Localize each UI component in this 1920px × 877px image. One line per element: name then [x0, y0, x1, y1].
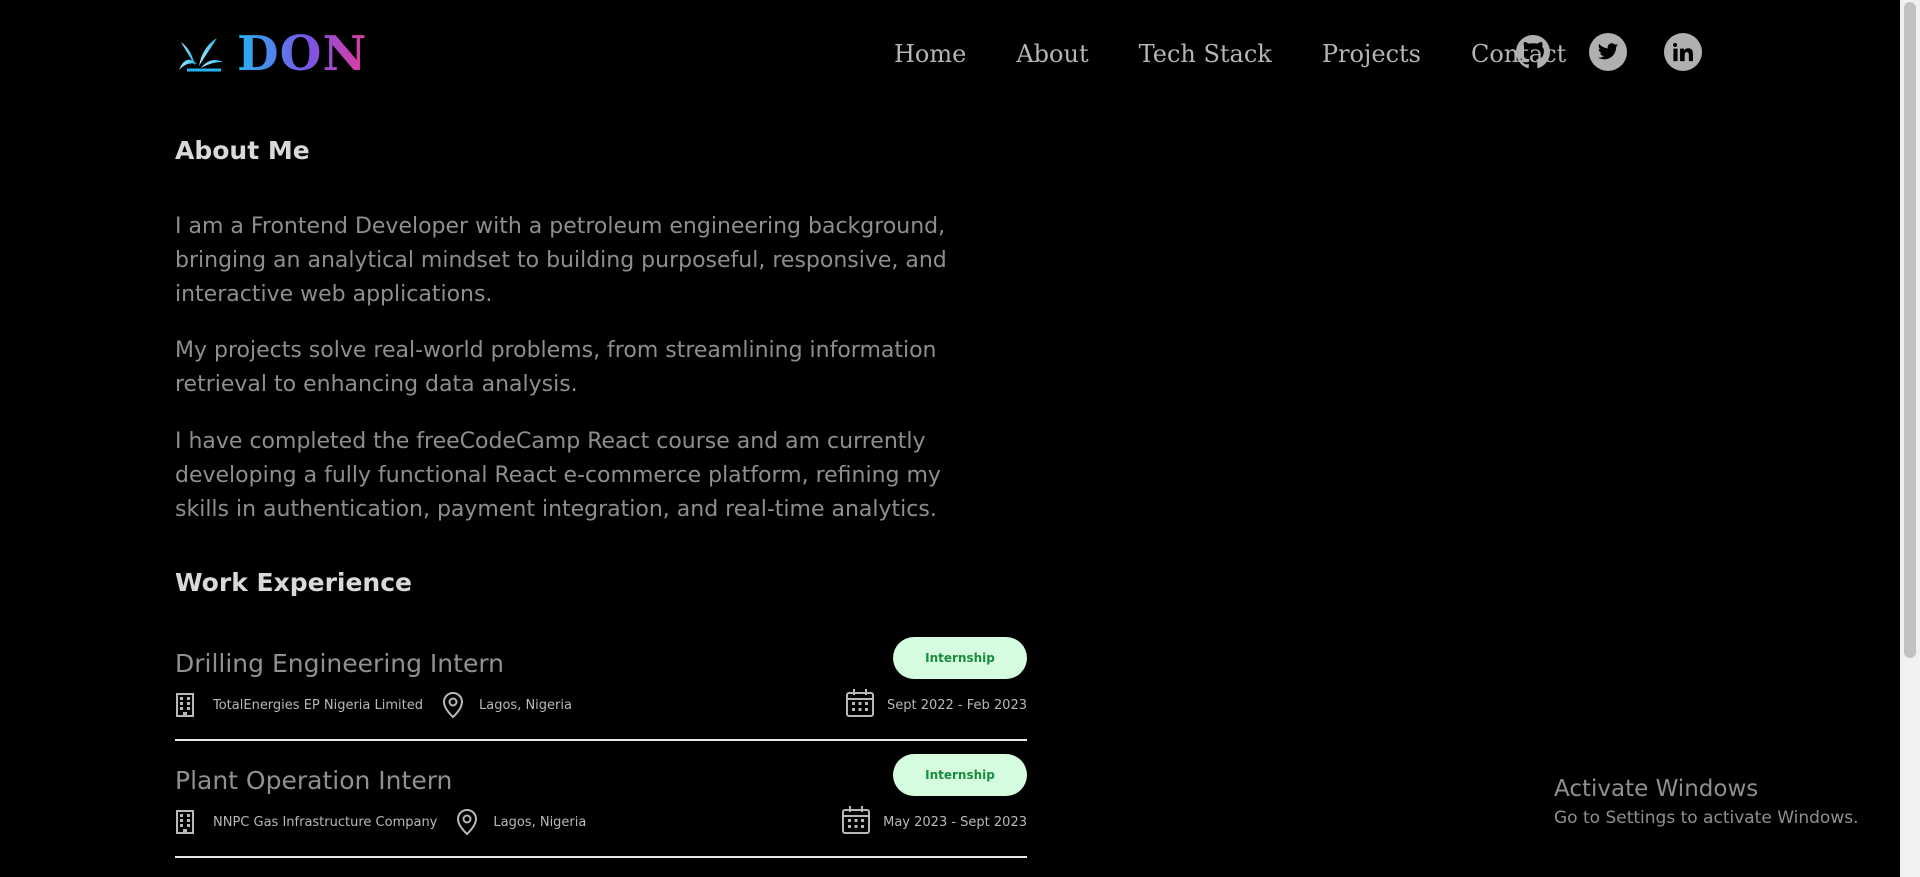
- about-paragraph: I am a Frontend Developer with a petrole…: [175, 214, 947, 307]
- job-dates: Sept 2022 - Feb 2023: [886, 697, 1027, 713]
- github-link[interactable]: [1514, 33, 1552, 71]
- nav-home[interactable]: Home: [894, 36, 966, 72]
- company-name: NNPC Gas Infrastructure Company: [213, 814, 438, 830]
- job-location: Lagos, Nigeria: [479, 697, 572, 713]
- job-location: Lagos, Nigeria: [493, 814, 587, 830]
- windows-activation-watermark: Activate Windows Go to Settings to activ…: [1554, 773, 1859, 831]
- job-date: May 2023 - Sept 2023: [841, 805, 1027, 839]
- watermark-title: Activate Windows: [1554, 776, 1759, 802]
- linkedin-link[interactable]: [1664, 33, 1702, 71]
- twitter-link[interactable]: [1589, 33, 1627, 71]
- page: DON Home About Tech Stack Projects Conta…: [0, 0, 1900, 877]
- vertical-scrollbar[interactable]: [1900, 0, 1920, 877]
- calendar-icon: [845, 688, 875, 722]
- company-name: TotalEnergies EP Nigeria Limited: [213, 697, 423, 713]
- nav-tech-stack[interactable]: Tech Stack: [1139, 36, 1272, 72]
- social-links: [1514, 33, 1702, 71]
- main-nav: Home About Tech Stack Projects Contact: [894, 36, 1566, 72]
- job-meta: NNPC Gas Infrastructure Company Lagos, N…: [175, 806, 586, 838]
- location-pin-icon: [441, 691, 465, 719]
- about-paragraph: My projects solve real-world problems, f…: [175, 338, 937, 397]
- location-pin-icon: [455, 808, 479, 836]
- job-type-badge: Internship: [893, 637, 1027, 679]
- job-title: Drilling Engineering Intern: [175, 649, 505, 678]
- github-icon: [1516, 35, 1550, 69]
- building-icon: [175, 693, 195, 717]
- job-type-badge: Internship: [893, 754, 1027, 796]
- work-experience-heading: Work Experience: [175, 568, 412, 597]
- nav-projects[interactable]: Projects: [1322, 36, 1421, 72]
- nav-about[interactable]: About: [1016, 36, 1088, 72]
- job-title: Plant Operation Intern: [175, 766, 453, 795]
- about-heading: About Me: [175, 136, 310, 165]
- about-paragraph: I have completed the freeCodeCamp React …: [175, 429, 941, 522]
- twitter-icon: [1597, 43, 1619, 60]
- job-meta: TotalEnergies EP Nigeria Limited Lagos, …: [175, 689, 572, 721]
- job-dates: May 2023 - Sept 2023: [883, 814, 1027, 830]
- logo-leaf-icon: [179, 38, 223, 72]
- site-logo[interactable]: DON: [175, 26, 367, 82]
- job-entry: Drilling Engineering Intern Internship T…: [175, 637, 1027, 741]
- job-date: Sept 2022 - Feb 2023: [845, 688, 1027, 722]
- calendar-icon: [841, 805, 871, 839]
- job-entry: Plant Operation Intern Internship NNPC G…: [175, 754, 1027, 858]
- linkedin-icon: [1673, 42, 1693, 62]
- watermark-subtitle: Go to Settings to activate Windows.: [1554, 808, 1859, 828]
- building-icon: [175, 810, 195, 834]
- logo-text: DON: [237, 26, 368, 82]
- scrollbar-thumb[interactable]: [1904, 2, 1916, 658]
